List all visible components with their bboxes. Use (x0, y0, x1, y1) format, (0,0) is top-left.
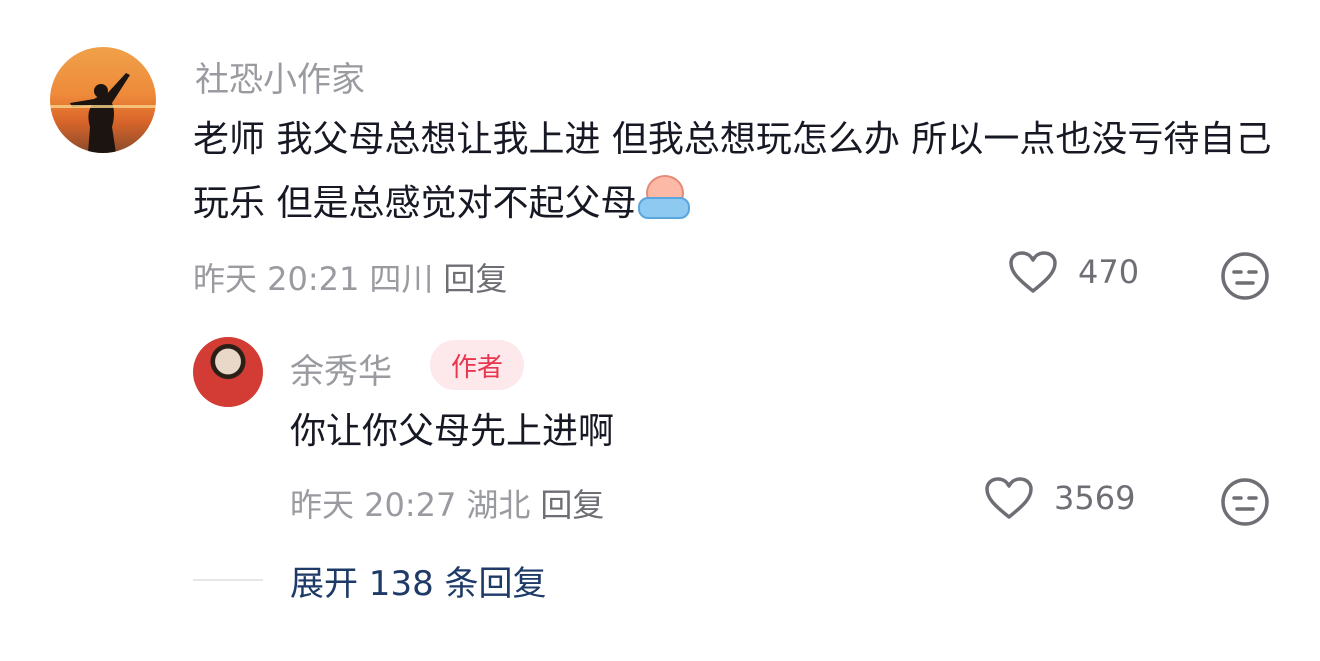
reply-button[interactable]: 回复 (540, 486, 604, 524)
dislike-face-icon[interactable] (1220, 251, 1270, 301)
heart-icon (1009, 251, 1057, 293)
comment-location: 四川 (369, 260, 434, 298)
avatar[interactable] (193, 337, 263, 407)
expand-replies-button[interactable]: 展开 138 条回复 (290, 556, 547, 605)
comment-body: 老师 我父母总想让我上进 但我总想玩怎么办 所以一点也没亏待自己玩乐 但是总感觉… (193, 119, 1272, 224)
like-count: 470 (1078, 253, 1140, 291)
comment-time: 昨天 20:21 (193, 260, 360, 298)
reply-button[interactable]: 回复 (443, 260, 507, 298)
comment-meta: 昨天 20:21 四川 回复 (193, 254, 517, 300)
avatar[interactable] (50, 47, 156, 153)
comment-text: 你让你父母先上进啊 (290, 411, 615, 452)
comment-time: 昨天 20:27 (290, 486, 457, 524)
horizon-decoration (50, 105, 156, 108)
like-button[interactable]: 470 (1008, 250, 1139, 294)
like-button[interactable]: 3569 (984, 476, 1135, 520)
heart-icon (985, 477, 1033, 519)
dislike-face-icon[interactable] (1220, 477, 1270, 527)
comment-meta: 昨天 20:27 湖北 回复 (290, 480, 614, 526)
silhouette-image (70, 73, 130, 153)
like-count: 3569 (1054, 479, 1136, 517)
divider (193, 579, 263, 581)
comment-location: 湖北 (466, 486, 531, 524)
comment-username[interactable]: 社恐小作家 (195, 52, 365, 101)
author-badge: 作者 (430, 340, 524, 390)
comment-username[interactable]: 余秀华 (290, 344, 392, 393)
crying-face-emoji-icon (638, 175, 691, 221)
comment-text: 老师 我父母总想让我上进 但我总想玩怎么办 所以一点也没亏待自己玩乐 但是总感觉… (193, 108, 1283, 236)
